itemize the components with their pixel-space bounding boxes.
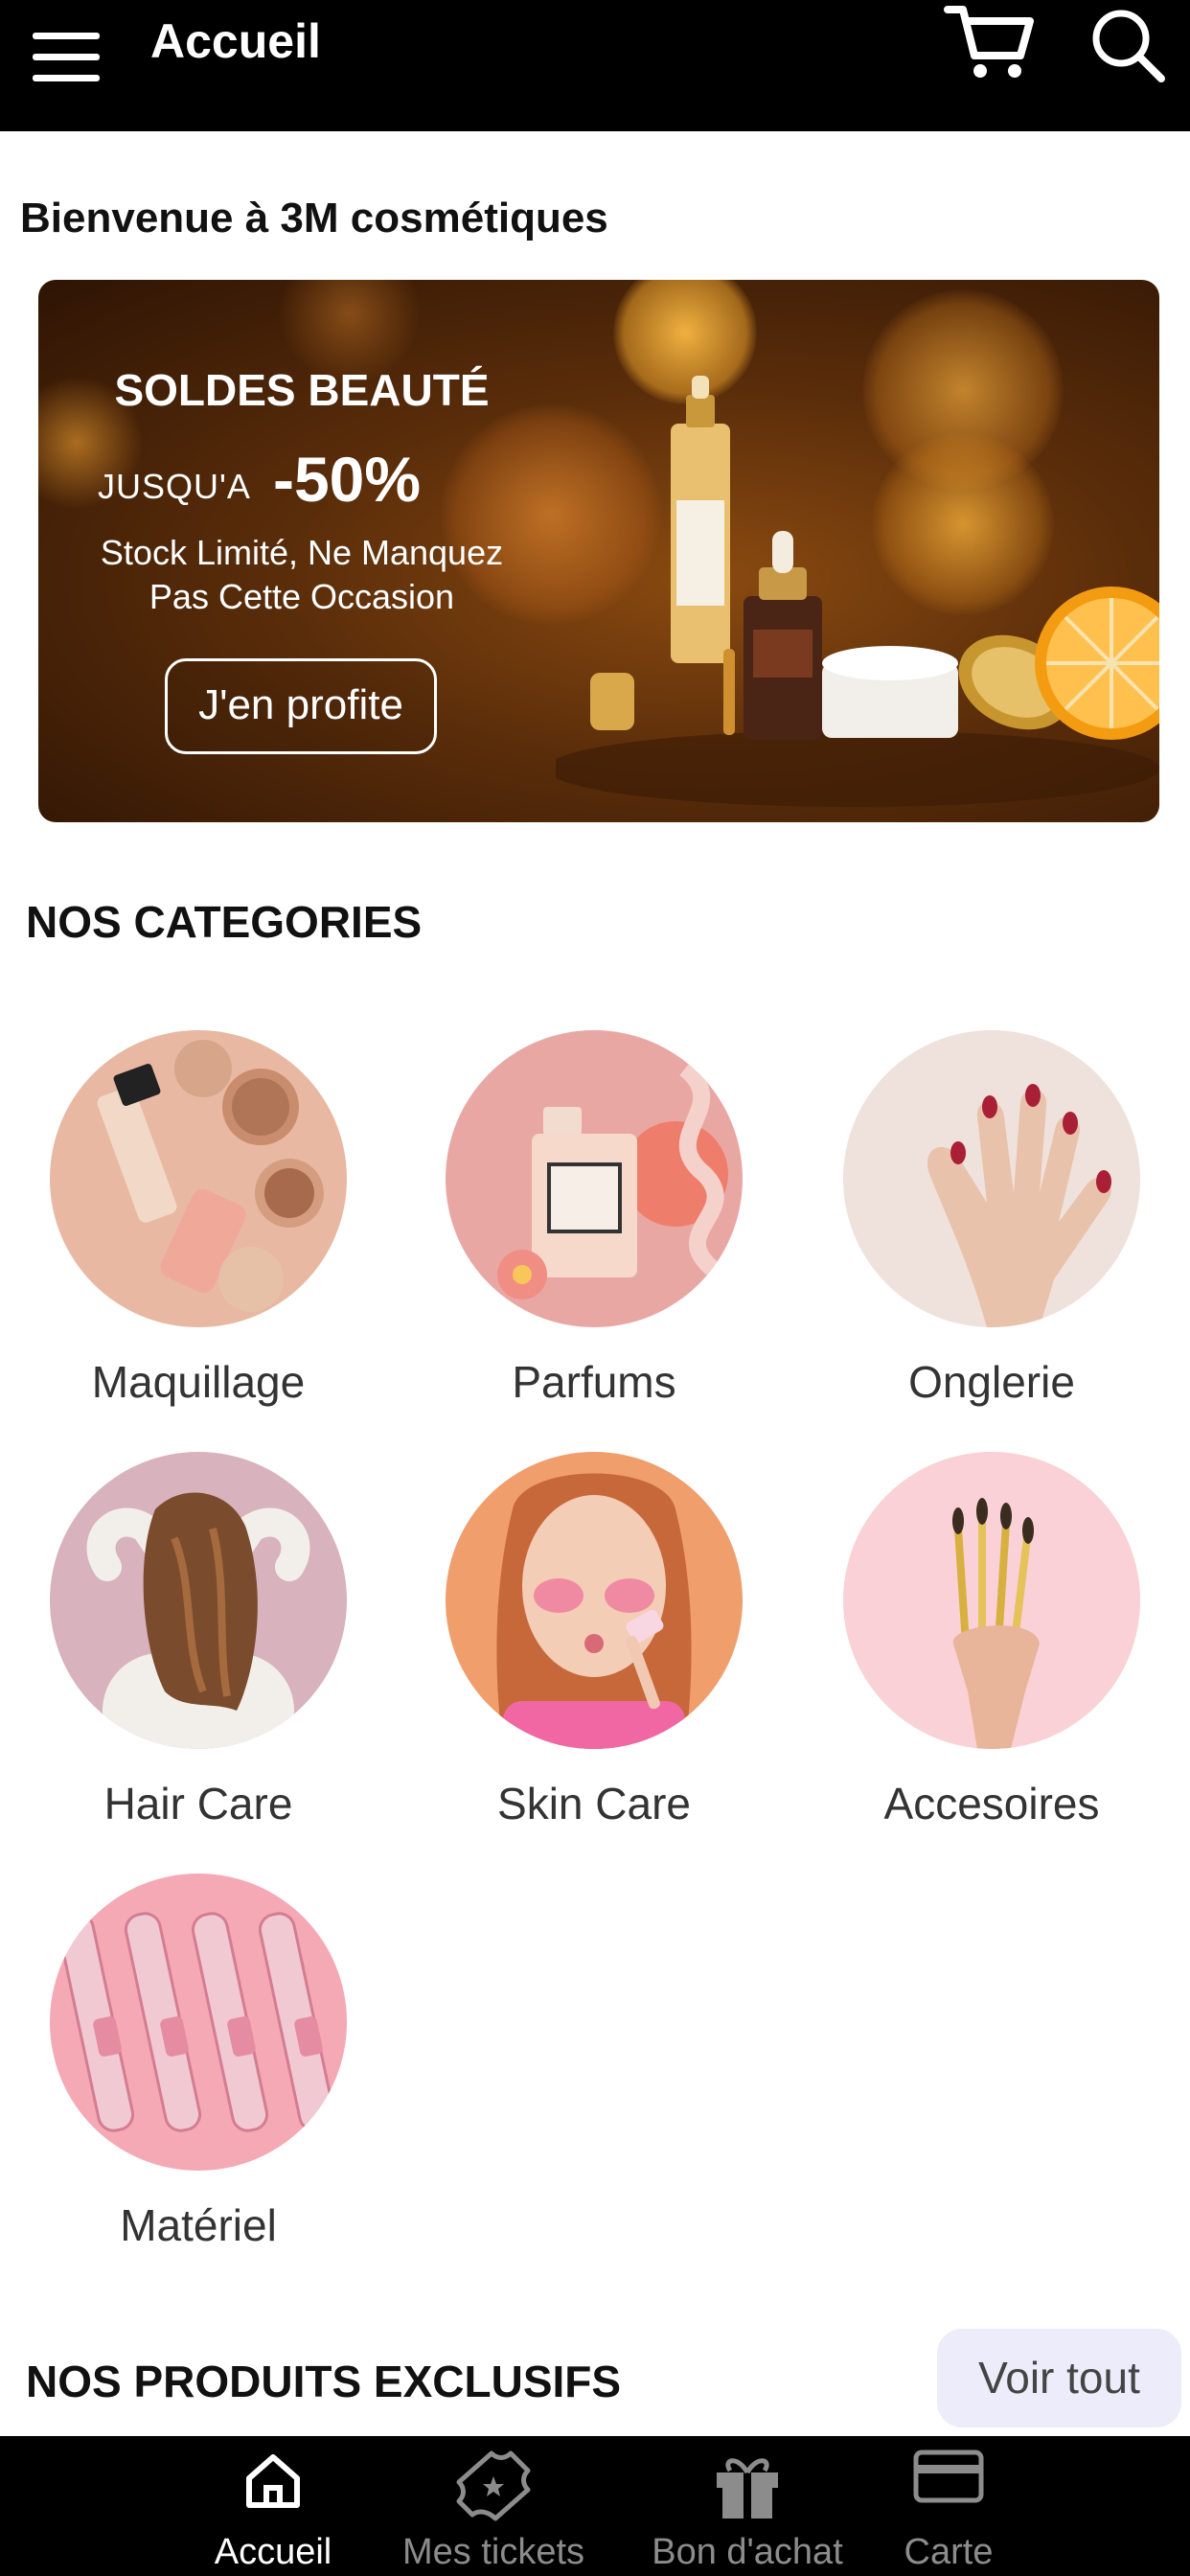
nav-label: Mes tickets xyxy=(401,2532,585,2572)
category-image-onglerie xyxy=(843,1030,1140,1327)
categories-heading: NOS CATEGORIES xyxy=(26,897,423,947)
ticket-icon xyxy=(456,2450,531,2521)
search-icon[interactable] xyxy=(1083,2,1169,84)
category-image-hair-care xyxy=(50,1452,347,1749)
nav-label: Carte xyxy=(904,2532,994,2572)
category-maquillage[interactable]: Maquillage xyxy=(2,1030,376,1433)
category-image-accesoires xyxy=(843,1452,1140,1749)
category-hair-care[interactable]: Hair Care xyxy=(2,1452,376,1854)
banner-subtitle: Stock Limité, Ne Manquez Pas Cette Occas… xyxy=(38,531,565,619)
category-accesoires[interactable]: Accesoires xyxy=(795,1452,1169,1854)
banner-discount-prefix: JUSQU'A xyxy=(98,467,251,506)
category-label: Parfums xyxy=(512,1357,676,1407)
category-label: Skin Care xyxy=(497,1779,691,1828)
banner-discount-value: -50% xyxy=(273,444,422,515)
banner-title: SOLDES BEAUTÉ xyxy=(114,365,490,415)
nav-label: Accueil xyxy=(214,2532,332,2572)
category-onglerie[interactable]: Onglerie xyxy=(795,1030,1169,1433)
exclusive-products-heading: NOS PRODUITS EXCLUSIFS xyxy=(26,2357,622,2406)
bottom-navigation: Accueil Mes tickets Bon d'achat Carte xyxy=(0,2436,1190,2576)
category-label: Onglerie xyxy=(908,1357,1075,1407)
category-image-materiel xyxy=(50,1874,347,2171)
banner-subtitle-line: Stock Limité, Ne Manquez xyxy=(100,533,504,572)
nav-item-mes-tickets[interactable]: Mes tickets xyxy=(388,2436,599,2576)
cosmetic-products-image xyxy=(556,376,1159,807)
welcome-heading: Bienvenue à 3M cosmétiques xyxy=(20,195,608,242)
nav-item-bon-dachat[interactable]: Bon d'achat xyxy=(642,2436,853,2576)
category-parfums[interactable]: Parfums xyxy=(398,1030,771,1433)
category-label: Accesoires xyxy=(883,1779,1100,1828)
nav-item-carte[interactable]: Carte xyxy=(881,2436,1016,2576)
gift-icon xyxy=(717,2458,778,2518)
category-image-skin-care xyxy=(446,1452,743,1749)
category-materiel[interactable]: Matériel xyxy=(2,1874,376,2276)
nav-item-accueil[interactable]: Accueil xyxy=(192,2436,355,2576)
home-icon xyxy=(246,2454,300,2508)
menu-icon[interactable] xyxy=(29,19,105,81)
nav-label: Bon d'achat xyxy=(652,2532,843,2572)
promo-banner[interactable]: SOLDES BEAUTÉ JUSQU'A -50% Stock Limité,… xyxy=(38,280,1159,822)
promo-cta-button[interactable]: J'en profite xyxy=(165,658,437,754)
category-image-maquillage xyxy=(50,1030,347,1327)
see-all-button[interactable]: Voir tout xyxy=(937,2329,1181,2427)
category-image-parfums xyxy=(446,1030,743,1327)
category-label: Maquillage xyxy=(91,1357,306,1407)
page-title: Accueil xyxy=(150,14,321,68)
card-icon xyxy=(913,2450,984,2503)
category-skin-care[interactable]: Skin Care xyxy=(398,1452,771,1854)
category-label: Hair Care xyxy=(103,1779,293,1828)
cart-icon[interactable] xyxy=(944,2,1036,84)
banner-subtitle-line: Pas Cette Occasion xyxy=(149,577,455,616)
category-label: Matériel xyxy=(120,2200,277,2250)
app-bar: Accueil xyxy=(0,0,1190,131)
